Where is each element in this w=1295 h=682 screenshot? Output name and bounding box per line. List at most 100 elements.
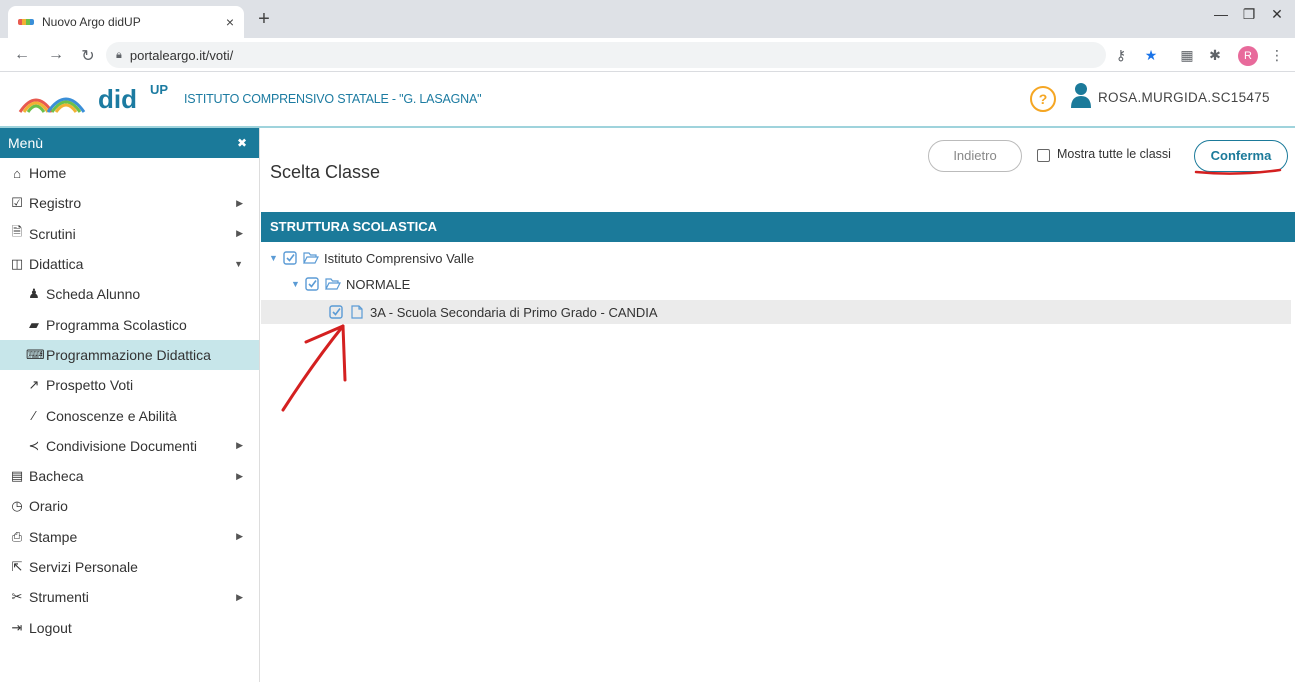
external-link-icon: ⇱ xyxy=(11,559,23,574)
sidebar-item-label: Conoscenze e Abilità xyxy=(46,407,177,424)
student-icon: ♟ xyxy=(28,286,40,302)
sidebar-item-strumenti[interactable]: ✂ Strumenti ▶ xyxy=(0,582,259,612)
sidebar-item-scrutini[interactable]: 🗎︎ Scrutini ▶ xyxy=(0,219,259,249)
back-arrow-icon[interactable]: ← xyxy=(12,46,32,64)
tree-node-institute[interactable]: ▼ Istituto Comprensivo Valle xyxy=(269,246,474,270)
browser-address-bar: ← → ↻ 🔒︎ portaleargo.it/voti/ ⚷ ★ ▦ ✱ ⋮ xyxy=(0,38,1295,72)
sidebar-item-label: Registro xyxy=(29,195,82,212)
username[interactable]: ROSA.MURGIDA.SC15475 xyxy=(1098,90,1270,105)
key-icon[interactable]: ⚷ xyxy=(1112,47,1130,64)
sidebar-item-label: Programmazione Didattica xyxy=(46,346,211,363)
share-icon: ≺ xyxy=(28,437,40,453)
main-content: Scelta Classe Indietro Mostra tutte le c… xyxy=(261,128,1295,682)
new-tab-button[interactable]: + xyxy=(252,8,276,32)
menu-header: Menù ✖ xyxy=(0,128,259,158)
sidebar-item-didattica[interactable]: ◫ Didattica ▼ xyxy=(0,249,259,279)
tree-toggle-icon[interactable]: ▼ xyxy=(269,253,283,263)
sidebar-item-scheda-alunno[interactable]: ♟ Scheda Alunno xyxy=(0,279,259,309)
tree-node-class-3a[interactable]: 3A - Scuola Secondaria di Primo Grado - … xyxy=(261,300,1291,324)
document-icon: 🗎︎ xyxy=(11,223,23,239)
window-close-icon[interactable]: ✕ xyxy=(1262,6,1292,23)
caret-right-icon: ▶ xyxy=(236,591,243,602)
tab-title: Nuovo Argo didUP xyxy=(42,15,141,29)
show-all-classes-checkbox[interactable] xyxy=(1037,149,1050,162)
url-input[interactable]: 🔒︎ portaleargo.it/voti/ xyxy=(106,42,1106,68)
calendar-check-icon: ☑ xyxy=(11,195,23,211)
sidebar-item-servizi-personale[interactable]: ⇱ Servizi Personale xyxy=(0,552,259,582)
sidebar-item-stampe[interactable]: ⎙ Stampe ▶ xyxy=(0,522,259,552)
book-icon: ▰ xyxy=(29,316,39,332)
sidebar-item-label: Orario xyxy=(29,498,68,515)
caret-right-icon: ▶ xyxy=(236,470,243,481)
home-icon: ⌂ xyxy=(13,165,21,181)
tree-node-normale[interactable]: ▼ NORMALE xyxy=(291,272,410,296)
sidebar-item-home[interactable]: ⌂ Home xyxy=(0,158,259,188)
file-icon xyxy=(351,305,363,319)
tools-icon: ✂ xyxy=(11,589,23,605)
folder-open-icon xyxy=(303,252,319,264)
checked-checkbox-icon[interactable] xyxy=(305,277,319,291)
sidebar-item-registro[interactable]: ☑ Registro ▶ xyxy=(0,188,259,218)
caret-right-icon: ▶ xyxy=(236,197,243,208)
url-text: portaleargo.it/voti/ xyxy=(129,47,234,63)
page-title: Scelta Classe xyxy=(270,162,381,182)
sidebar-item-bacheca[interactable]: ▤ Bacheca ▶ xyxy=(0,461,259,491)
keyboard-icon: ⌨ xyxy=(26,346,45,362)
sidebar-item-label: Prospetto Voti xyxy=(46,377,134,394)
checked-checkbox-icon[interactable] xyxy=(283,251,297,265)
sidebar-item-label: Scheda Alunno xyxy=(46,286,141,303)
chart-icon: ↗ xyxy=(28,377,40,393)
extensions-icon[interactable]: ✱ xyxy=(1206,47,1224,64)
app-header: did UP ISTITUTO COMPRENSIVO STATALE - "G… xyxy=(0,72,1295,128)
confirm-button[interactable]: Conferma xyxy=(1194,140,1288,172)
sidebar-item-logout[interactable]: ⇥ Logout xyxy=(0,612,259,642)
sidebar-item-prospetto-voti[interactable]: ↗ Prospetto Voti xyxy=(0,370,259,400)
minimize-icon[interactable]: — xyxy=(1206,6,1236,22)
lock-icon: 🔒︎ xyxy=(116,48,122,61)
browser-tab-bar: Nuovo Argo didUP × + — ❐ ✕ xyxy=(0,0,1295,38)
sidebar-item-label: Programma Scolastico xyxy=(46,316,187,333)
sidebar-item-label: Stampe xyxy=(29,528,78,545)
caret-right-icon: ▶ xyxy=(236,228,243,239)
sidebar-item-label: Didattica xyxy=(29,256,84,273)
show-all-classes-label[interactable]: Mostra tutte le classi xyxy=(1057,147,1171,161)
newspaper-icon: ▤ xyxy=(10,468,24,484)
tree-node-label: Istituto Comprensivo Valle xyxy=(324,250,475,266)
apps-grid-icon[interactable]: ▦ xyxy=(1178,47,1196,64)
profile-avatar[interactable]: R xyxy=(1238,46,1258,66)
app-logo-superscript: UP xyxy=(150,82,169,97)
section-header: STRUTTURA SCOLASTICA xyxy=(261,212,1295,242)
sidebar-item-label: Strumenti xyxy=(29,589,89,606)
sidebar-item-label: Bacheca xyxy=(29,468,84,485)
book-open-icon: ◫ xyxy=(10,256,24,272)
folder-open-icon xyxy=(325,278,341,290)
sidebar-item-label: Home xyxy=(29,165,67,182)
school-name: ISTITUTO COMPRENSIVO STATALE - "G. LASAG… xyxy=(184,92,482,106)
sidebar-item-programmazione-didattica[interactable]: ⌨ Programmazione Didattica xyxy=(0,339,259,371)
reload-icon[interactable]: ↻ xyxy=(78,46,98,66)
tree-node-label: NORMALE xyxy=(346,276,411,292)
forward-arrow-icon[interactable]: → xyxy=(46,46,66,64)
back-button[interactable]: Indietro xyxy=(928,140,1022,172)
tree-toggle-icon[interactable]: ▼ xyxy=(291,279,305,289)
browser-tab[interactable]: Nuovo Argo didUP × xyxy=(8,6,244,38)
restore-icon[interactable]: ❐ xyxy=(1234,6,1264,23)
argo-favicon-icon xyxy=(18,19,34,25)
logout-icon: ⇥ xyxy=(11,619,23,635)
tree-node-label: 3A - Scuola Secondaria di Primo Grado - … xyxy=(370,304,658,320)
caret-right-icon: ▶ xyxy=(236,440,243,451)
app-logo-text: did xyxy=(98,84,137,114)
sidebar-item-label: Scrutini xyxy=(29,225,76,242)
menu-close-icon[interactable]: ✖ xyxy=(237,136,247,150)
checked-checkbox-icon[interactable] xyxy=(329,305,343,319)
sidebar-item-conoscenze-abilita[interactable]: ⁄ Conoscenze e Abilità xyxy=(0,400,259,430)
help-icon[interactable]: ? xyxy=(1030,86,1056,112)
sidebar-item-condivisione-documenti[interactable]: ≺ Condivisione Documenti ▶ xyxy=(0,431,259,461)
magic-wand-icon: ⁄ xyxy=(32,408,36,424)
sidebar-item-orario[interactable]: ◷ Orario xyxy=(0,491,259,521)
star-icon[interactable]: ★ xyxy=(1142,47,1160,64)
sidebar-menu: Menù ✖ ⌂ Home ☑ Registro ▶ 🗎︎ Scrutini ▶ ◫ Did… xyxy=(0,128,260,682)
sidebar-item-programma-scolastico[interactable]: ▰ Programma Scolastico xyxy=(0,309,259,339)
more-menu-icon[interactable]: ⋮ xyxy=(1268,47,1286,64)
tab-close-icon[interactable]: × xyxy=(226,14,234,30)
